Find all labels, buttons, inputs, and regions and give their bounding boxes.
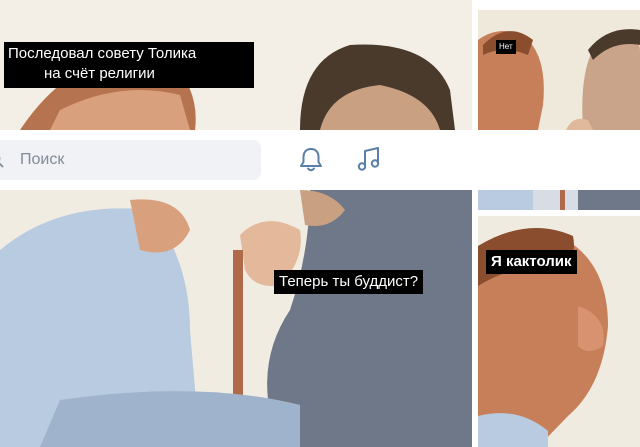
caption-top-left: Последовал совету Толика на счёт религии: [4, 42, 254, 88]
caption-bottom-right: Я кактолик: [486, 250, 577, 274]
comic-panel-top-left: Последовал совету Толика на счёт религии: [0, 0, 472, 130]
panel-illustration: [0, 190, 472, 447]
caption-line-1: Последовал совету Толика: [8, 45, 197, 62]
search-input[interactable]: Поиск: [0, 140, 261, 180]
comic-panel-bottom-right: Я кактолик: [478, 216, 640, 447]
caption-line-2: на счёт религии: [44, 65, 155, 82]
caption-middle: Теперь ты буддист?: [274, 270, 424, 294]
panel-illustration: [478, 10, 640, 130]
panel-illustration: [478, 190, 640, 210]
search-placeholder: Поиск: [20, 151, 65, 168]
search-icon: [0, 152, 4, 173]
caption-top-right: Нет: [496, 40, 516, 54]
comic-panel-middle: Теперь ты буддист?: [0, 190, 472, 447]
search-bar: Поиск: [0, 130, 640, 190]
comic-panel-right-strip: [478, 190, 640, 210]
comic-panel-top-right: Нет: [478, 10, 640, 130]
bell-icon[interactable]: [298, 146, 324, 179]
music-note-icon[interactable]: [356, 145, 382, 178]
